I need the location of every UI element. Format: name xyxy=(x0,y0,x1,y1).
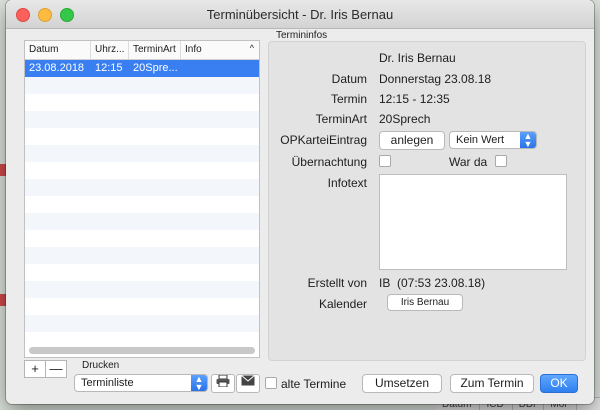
list-edit-controls: + — xyxy=(24,360,67,378)
empty-row xyxy=(25,247,259,264)
close-button[interactable] xyxy=(16,8,30,22)
empty-row xyxy=(25,264,259,281)
table-body: 23.08.2018 12:15 20Spre... xyxy=(25,60,259,349)
kalender-label: Kalender xyxy=(318,297,367,311)
cell-datum: 23.08.2018 xyxy=(29,62,85,74)
table-row[interactable]: 23.08.2018 12:15 20Spre... xyxy=(25,60,259,77)
empty-row xyxy=(25,230,259,247)
envelope-icon xyxy=(241,375,255,386)
opkartei-label: OPKarteiEintrag xyxy=(280,133,367,147)
infotext-textarea[interactable] xyxy=(379,174,567,270)
column-header-datum[interactable]: Datum xyxy=(25,41,91,59)
termin-window: Terminübersicht - Dr. Iris Bernau Datum … xyxy=(6,0,594,404)
print-label: Drucken xyxy=(82,360,120,371)
cell-info xyxy=(181,60,259,77)
print-template-value: Terminliste xyxy=(81,377,134,389)
appointment-table[interactable]: Datum Uhrz... TerminArt Info ^ 23.08.201… xyxy=(24,40,260,358)
empty-row xyxy=(25,162,259,179)
print-template-select[interactable]: Terminliste ▲ ▼ xyxy=(74,374,208,392)
terminart-value: 20Sprech xyxy=(379,112,431,126)
alte-termine-checkbox[interactable] xyxy=(265,377,277,389)
terminart-label: TerminArt xyxy=(315,112,367,126)
ok-button[interactable]: OK xyxy=(540,374,578,393)
termininfos-panel: Dr. Iris Bernau Datum Donnerstag 23.08.1… xyxy=(268,41,586,361)
zoom-button[interactable] xyxy=(60,8,74,22)
termin-label: Termin xyxy=(330,92,367,106)
empty-row xyxy=(25,213,259,230)
datum-value: Donnerstag 23.08.18 xyxy=(379,72,492,86)
termin-value: 12:15 - 12:35 xyxy=(379,92,450,106)
uebernachtung-label: Übernachtung xyxy=(291,155,367,169)
empty-row xyxy=(25,196,259,213)
empty-row xyxy=(25,111,259,128)
doctor-name: Dr. Iris Bernau xyxy=(379,51,456,65)
column-header-info-label: Info xyxy=(185,44,202,55)
datum-label: Datum xyxy=(331,72,367,86)
kalender-button[interactable]: Iris Bernau xyxy=(387,294,463,311)
cell-uhrzeit: 12:15 xyxy=(95,62,123,74)
sort-ascending-icon: ^ xyxy=(249,43,254,53)
empty-row xyxy=(25,77,259,94)
chevron-updown-icon: ▲ ▼ xyxy=(191,375,207,392)
column-header-info[interactable]: Info ^ xyxy=(181,41,259,59)
titlebar: Terminübersicht - Dr. Iris Bernau xyxy=(6,0,594,29)
window-title: Terminübersicht - Dr. Iris Bernau xyxy=(206,6,394,22)
cell-terminart: 20Spre... xyxy=(133,62,178,74)
zum-termin-button[interactable]: Zum Termin xyxy=(450,374,534,393)
minimize-button[interactable] xyxy=(38,8,52,22)
alte-termine-label: alte Termine xyxy=(281,377,347,391)
remove-button[interactable]: — xyxy=(46,360,67,378)
kein-wert-value: Kein Wert xyxy=(456,134,505,146)
kein-wert-select[interactable]: Kein Wert ▲ ▼ xyxy=(449,131,537,149)
empty-row xyxy=(25,94,259,111)
print-button[interactable] xyxy=(211,374,235,393)
empty-row xyxy=(25,179,259,196)
empty-row xyxy=(25,298,259,315)
chevron-updown-icon: ▲ ▼ xyxy=(520,132,536,149)
printer-icon xyxy=(216,374,230,388)
termininfos-group-label: Termininfos xyxy=(276,30,328,41)
window-controls xyxy=(16,8,74,22)
add-button[interactable]: + xyxy=(24,360,46,378)
horizontal-scrollbar[interactable] xyxy=(29,347,255,354)
umsetzen-button[interactable]: Umsetzen xyxy=(362,374,442,393)
table-header: Datum Uhrz... TerminArt Info ^ xyxy=(25,41,259,60)
column-header-terminart[interactable]: TerminArt xyxy=(129,41,181,59)
empty-row xyxy=(25,145,259,162)
empty-row xyxy=(25,281,259,298)
war-da-checkbox[interactable] xyxy=(495,155,507,167)
uebernachtung-checkbox[interactable] xyxy=(379,155,391,167)
war-da-label: War da xyxy=(449,155,488,169)
column-header-uhrzeit[interactable]: Uhrz... xyxy=(91,41,129,59)
erstellt-von-label: Erstellt von xyxy=(307,276,367,290)
empty-row xyxy=(25,315,259,332)
anlegen-button[interactable]: anlegen xyxy=(379,131,445,150)
infotext-label: Infotext xyxy=(327,176,367,190)
erstellt-von-time: (07:53 23.08.18) xyxy=(397,276,486,290)
erstellt-von-value: IB xyxy=(379,276,391,290)
empty-row xyxy=(25,128,259,145)
email-button[interactable] xyxy=(236,374,260,393)
